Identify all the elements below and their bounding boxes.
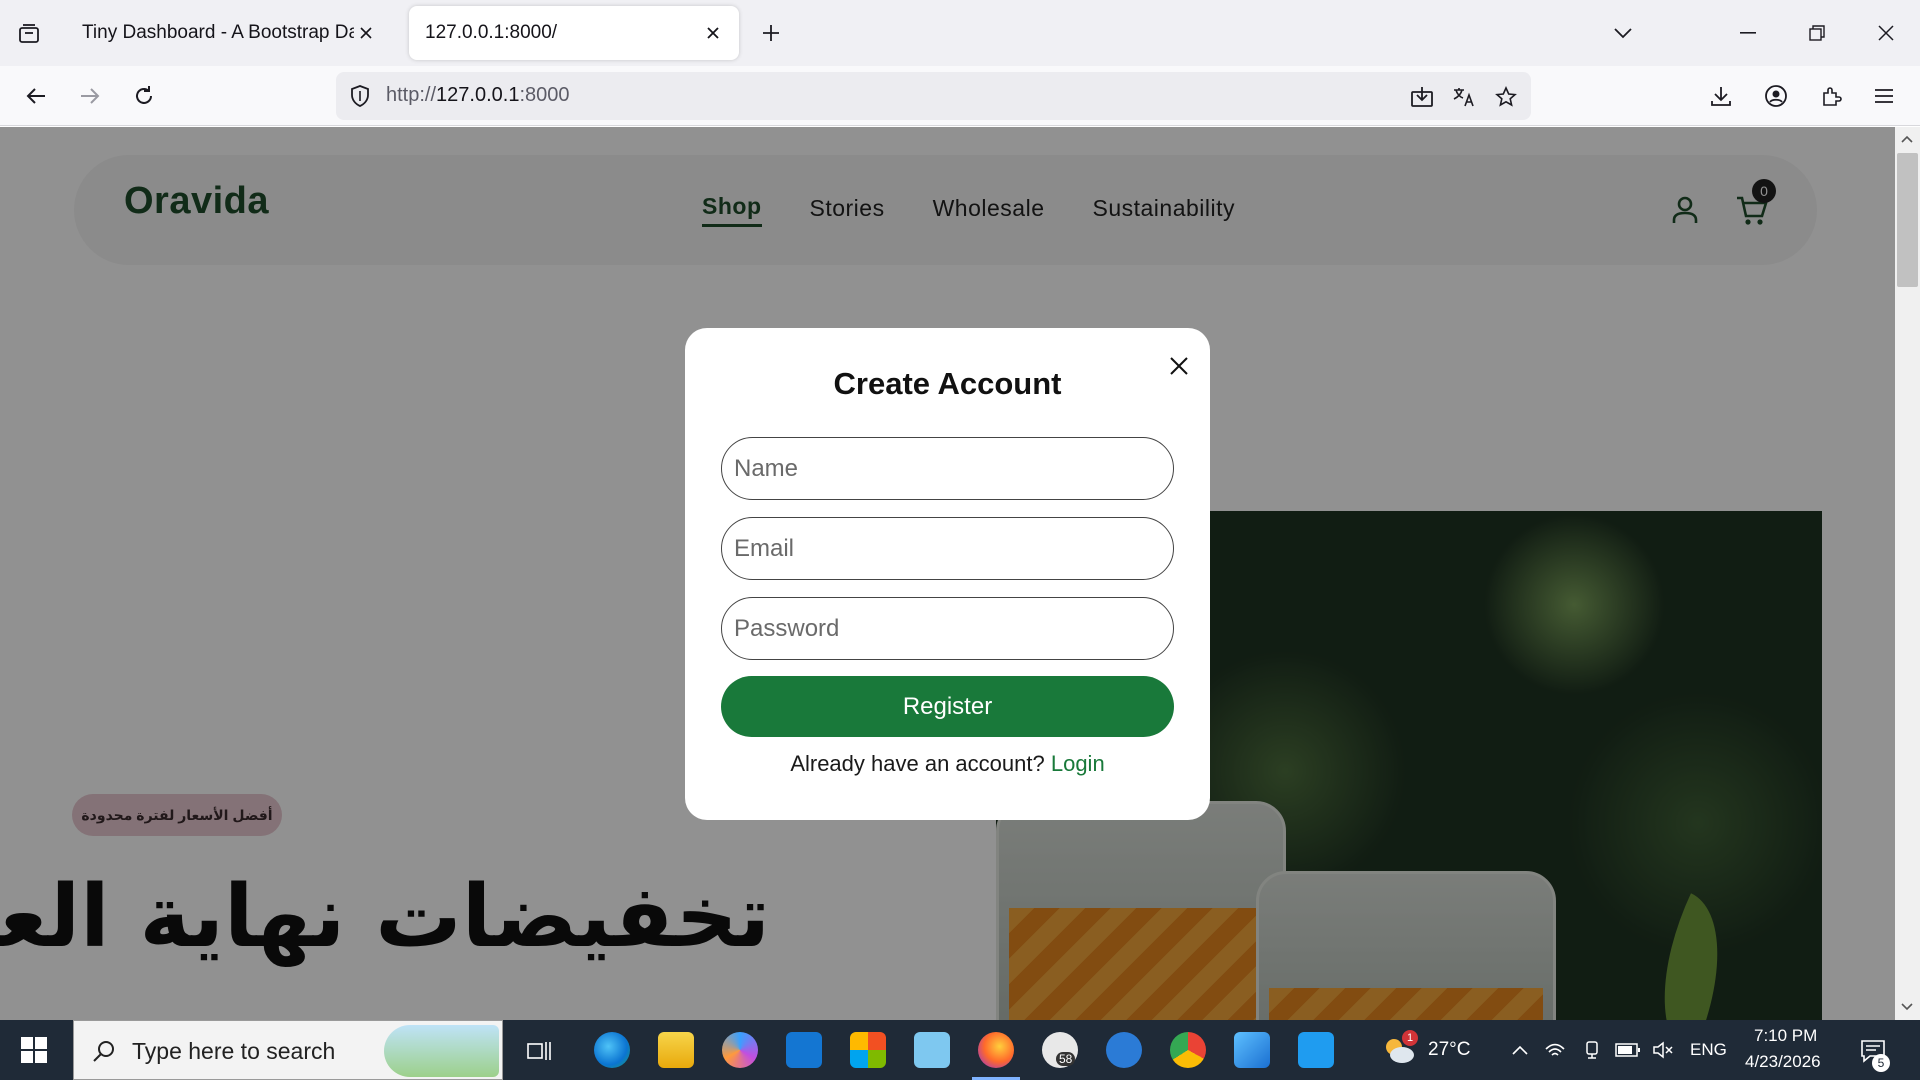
chrome-icon[interactable] bbox=[1170, 1032, 1206, 1068]
install-app-icon[interactable] bbox=[1409, 84, 1435, 110]
extensions-icon[interactable] bbox=[1815, 80, 1847, 112]
close-icon[interactable] bbox=[1165, 352, 1193, 380]
close-tab-icon[interactable] bbox=[701, 21, 725, 45]
file-explorer-icon[interactable] bbox=[658, 1032, 694, 1068]
scrollbar-thumb[interactable] bbox=[1897, 153, 1918, 287]
list-all-tabs-icon[interactable] bbox=[1608, 18, 1638, 48]
search-placeholder: Type here to search bbox=[132, 1038, 336, 1064]
account-icon[interactable] bbox=[1760, 80, 1792, 112]
store-icon[interactable] bbox=[850, 1032, 886, 1068]
copilot-icon[interactable] bbox=[722, 1032, 758, 1068]
restore-icon[interactable] bbox=[1802, 18, 1832, 48]
page-viewport: Oravida Shop Stories Wholesale Sustainab… bbox=[0, 127, 1895, 1020]
login-link[interactable]: Login bbox=[1051, 751, 1105, 776]
search-highlight-image bbox=[384, 1025, 499, 1077]
browser-toolbar: http://127.0.0.1:8000 bbox=[0, 66, 1920, 126]
login-prompt: Already have an account? Login bbox=[685, 751, 1210, 777]
task-view-icon[interactable] bbox=[522, 1034, 556, 1068]
scroll-down-icon[interactable] bbox=[1899, 999, 1915, 1015]
battery-icon[interactable] bbox=[1614, 1038, 1642, 1062]
browser-tab-bar: Tiny Dashboard - A Bootstrap Dashl 127.0… bbox=[0, 0, 1920, 66]
bookmark-star-icon[interactable] bbox=[1493, 84, 1519, 110]
url-port: :8000 bbox=[519, 84, 570, 106]
url-text[interactable]: http://127.0.0.1:8000 bbox=[386, 84, 570, 107]
windows-start-icon[interactable] bbox=[14, 1032, 54, 1068]
app-badge-58: 58 bbox=[1056, 1052, 1076, 1066]
tab-title: 127.0.0.1:8000/ bbox=[425, 22, 558, 43]
notification-count-badge: 5 bbox=[1872, 1054, 1890, 1072]
taskbar-search-box[interactable]: Type here to search bbox=[73, 1020, 503, 1080]
clock-time[interactable]: 7:10 PM bbox=[1754, 1026, 1817, 1046]
email-field[interactable] bbox=[721, 517, 1174, 580]
downloads-icon[interactable] bbox=[1705, 80, 1737, 112]
reload-icon[interactable] bbox=[128, 80, 160, 112]
create-account-modal: Create Account Register Already have an … bbox=[685, 328, 1210, 820]
back-icon[interactable] bbox=[20, 80, 52, 112]
weather-alert-badge: 1 bbox=[1402, 1030, 1418, 1046]
tab-tiny-dashboard[interactable]: Tiny Dashboard - A Bootstrap Dashl bbox=[66, 6, 392, 60]
edge-icon[interactable] bbox=[594, 1032, 630, 1068]
scroll-up-icon[interactable] bbox=[1899, 131, 1915, 147]
tab-overview-icon[interactable] bbox=[14, 19, 44, 49]
outlook-icon[interactable] bbox=[786, 1032, 822, 1068]
tab-title: Tiny Dashboard - A Bootstrap Dashl bbox=[82, 22, 354, 43]
url-host: 127.0.0.1 bbox=[436, 84, 520, 106]
tab-localhost[interactable]: 127.0.0.1:8000/ bbox=[409, 6, 739, 60]
chevron-up-icon[interactable] bbox=[1508, 1038, 1532, 1062]
app-menu-icon[interactable] bbox=[1868, 80, 1900, 112]
close-tab-icon[interactable] bbox=[354, 21, 378, 45]
firefox-icon[interactable] bbox=[972, 1032, 1020, 1080]
translate-icon[interactable] bbox=[1451, 84, 1477, 110]
photos-icon[interactable] bbox=[1234, 1032, 1270, 1068]
register-button[interactable]: Register bbox=[721, 676, 1174, 737]
shield-icon[interactable] bbox=[348, 84, 372, 108]
modal-title: Create Account bbox=[833, 366, 1062, 401]
password-field[interactable] bbox=[721, 597, 1174, 660]
new-tab-icon[interactable] bbox=[756, 18, 786, 48]
url-scheme: http:// bbox=[386, 84, 437, 106]
taskbar: Type here to search 58 1 27°C ENG 7:10 P… bbox=[0, 1020, 1920, 1080]
notepad-icon[interactable] bbox=[914, 1032, 950, 1068]
language-indicator[interactable]: ENG bbox=[1690, 1040, 1727, 1060]
address-bar[interactable]: http://127.0.0.1:8000 bbox=[336, 72, 1531, 120]
wifi-icon[interactable] bbox=[1542, 1038, 1568, 1062]
forward-icon[interactable] bbox=[74, 80, 106, 112]
window-close-icon[interactable] bbox=[1871, 18, 1901, 48]
name-field[interactable] bbox=[721, 437, 1174, 500]
volume-muted-icon[interactable] bbox=[1650, 1038, 1676, 1062]
search-icon bbox=[90, 1037, 118, 1065]
weather-temperature[interactable]: 27°C bbox=[1428, 1039, 1470, 1061]
login-prompt-text: Already have an account? bbox=[790, 751, 1045, 776]
page-scrollbar[interactable] bbox=[1895, 127, 1920, 1020]
meet-now-icon[interactable] bbox=[1580, 1038, 1604, 1062]
pgadmin-elephant-icon[interactable] bbox=[1106, 1032, 1142, 1068]
vscode-icon[interactable] bbox=[1298, 1032, 1334, 1068]
minimize-icon[interactable] bbox=[1733, 18, 1763, 48]
clock-date[interactable]: 4/23/2026 bbox=[1745, 1052, 1821, 1072]
